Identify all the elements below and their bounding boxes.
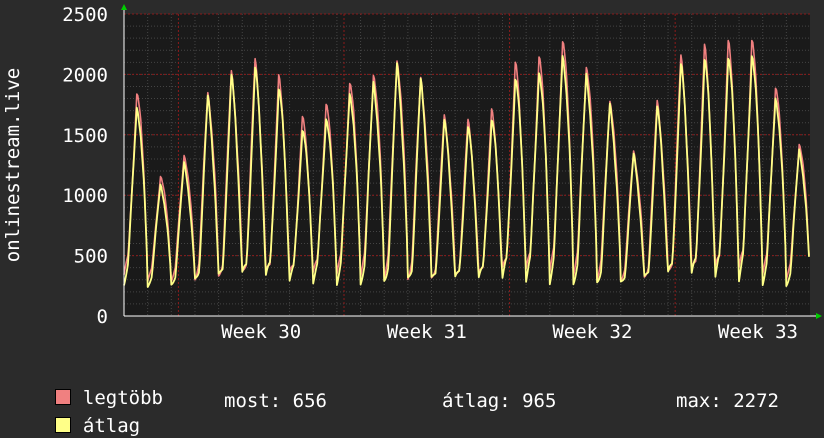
x-tick-labels: Week 30 Week 31 Week 32 Week 33	[221, 321, 798, 343]
y-tick-labels: 0 500 1000 1500 2000 2500	[62, 4, 108, 328]
x-tick-label: Week 31	[387, 321, 467, 343]
y-tick-label: 2500	[62, 4, 108, 26]
x-tick-label: Week 30	[221, 321, 301, 343]
y-axis-arrow	[121, 4, 127, 10]
x-tick-label: Week 33	[718, 321, 798, 343]
x-axis-arrow	[816, 313, 822, 319]
stat-max: max: 2272	[676, 390, 779, 412]
y-tick-label: 1500	[62, 125, 108, 147]
legend-swatch-avg	[54, 417, 71, 433]
stat-most: most: 656	[224, 390, 327, 412]
x-tick-label: Week 32	[552, 321, 632, 343]
legend-label-avg: átlag	[82, 415, 141, 437]
stat-atlag: átlag: 965	[442, 390, 557, 412]
y-tick-label: 1000	[62, 185, 108, 207]
y-tick-label: 0	[97, 306, 108, 328]
y-tick-label: 500	[74, 246, 108, 268]
y-tick-label: 2000	[62, 64, 108, 86]
legend-item-avg: átlag	[32, 390, 140, 438]
y-axis-label: onlinestream.live	[2, 68, 24, 262]
